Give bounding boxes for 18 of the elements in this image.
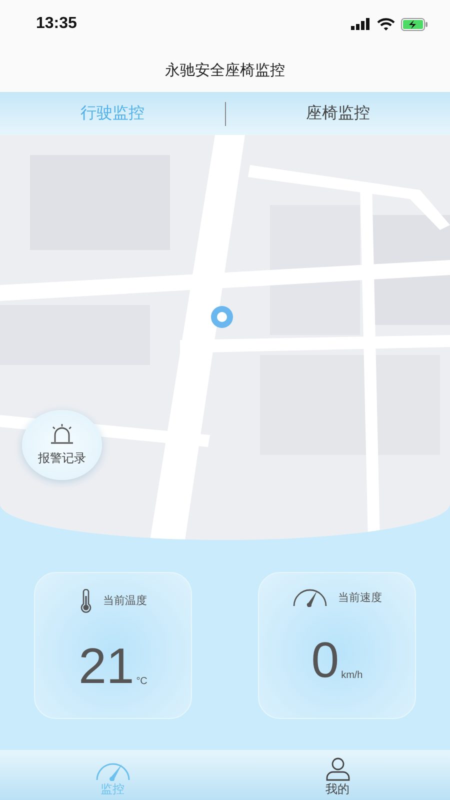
wifi-icon xyxy=(377,18,395,30)
battery-icon xyxy=(401,18,428,30)
nav-tab[interactable]: 我的 xyxy=(225,750,450,800)
person-icon xyxy=(324,757,350,781)
alarm-light-icon xyxy=(49,424,75,446)
app-title: 永驰安全座椅监控 xyxy=(165,60,285,80)
metric-label: 当前温度 xyxy=(103,593,147,608)
status-time: 13:35 xyxy=(36,15,77,33)
thermometer-icon xyxy=(79,588,93,612)
metric-unit: °C xyxy=(136,676,148,686)
speedometer-icon xyxy=(94,761,130,781)
metric-value: 0 xyxy=(311,634,340,684)
signal-icon xyxy=(351,18,371,30)
metric-value: 21 xyxy=(78,640,134,690)
metric-unit: km/h xyxy=(341,670,363,680)
metric-label: 当前速度 xyxy=(338,590,382,605)
speedometer-icon xyxy=(292,588,328,606)
tab[interactable]: 座椅监控 xyxy=(226,95,450,132)
